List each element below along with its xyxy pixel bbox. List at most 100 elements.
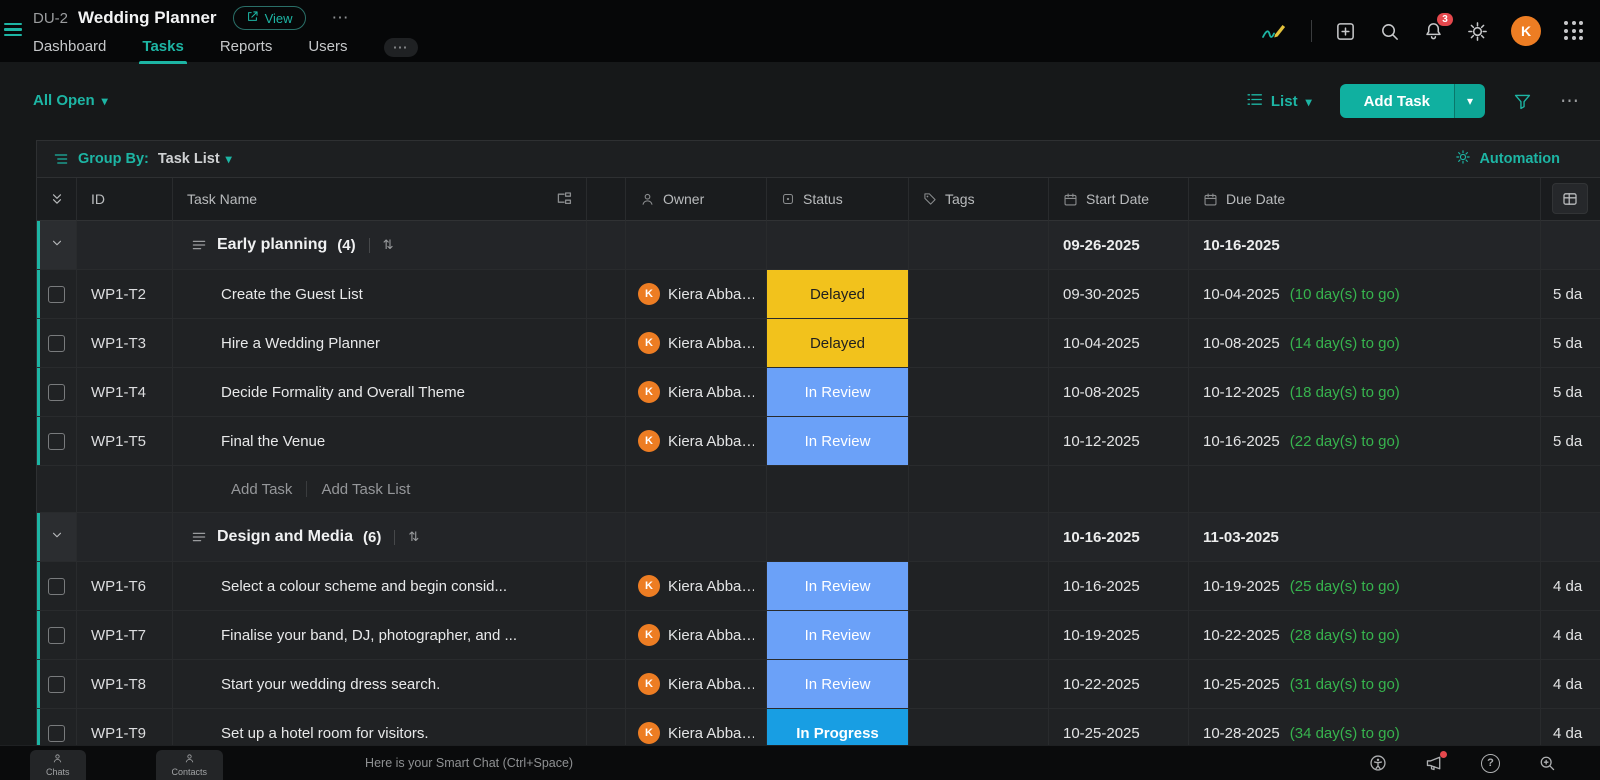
toolbar-more-icon[interactable] [1560,90,1580,113]
manage-columns-icon[interactable] [1552,183,1588,214]
task-owner[interactable]: KKiera Abba… [626,319,767,368]
row-select-cell[interactable] [37,270,77,319]
task-status[interactable]: Delayed [767,319,909,368]
status-chip[interactable]: In Review [767,562,908,610]
signature-pen-icon[interactable] [1261,20,1288,42]
table-row[interactable]: WP1-T5 Final the Venue KKiera Abba… In R… [37,417,1600,466]
task-due-date[interactable]: 10-16-2025(22 day(s) to go) [1189,417,1541,466]
row-select-cell[interactable] [37,417,77,466]
row-checkbox[interactable] [48,676,65,693]
task-owner[interactable]: KKiera Abba… [626,562,767,611]
row-checkbox[interactable] [48,335,65,352]
task-due-date[interactable]: 10-04-2025(10 day(s) to go) [1189,270,1541,319]
view-mode-dropdown[interactable]: List [1246,91,1312,112]
task-owner[interactable]: KKiera Abba… [626,368,767,417]
contacts-tab[interactable]: Contacts [156,750,224,780]
task-start-date[interactable]: 10-12-2025 [1049,417,1189,466]
tab-users[interactable]: Users [308,38,347,64]
search-icon[interactable] [1379,21,1400,42]
smart-chat-input[interactable] [363,755,927,771]
task-status[interactable]: In Review [767,417,909,466]
task-due-date[interactable]: 10-19-2025(25 day(s) to go) [1189,562,1541,611]
row-select-cell[interactable] [37,709,77,746]
row-checkbox[interactable] [48,286,65,303]
filter-icon[interactable] [1513,92,1532,111]
table-row[interactable]: WP1-T8 Start your wedding dress search. … [37,660,1600,709]
row-select-cell[interactable] [37,611,77,660]
header-due-date[interactable]: Due Date [1189,178,1541,221]
group-name[interactable]: Early planning [217,236,327,254]
tab-reports[interactable]: Reports [220,38,273,64]
tabs-more-icon[interactable] [384,38,418,57]
task-owner[interactable]: KKiera Abba… [626,709,767,746]
task-tags[interactable] [909,368,1049,417]
row-checkbox[interactable] [48,384,65,401]
chats-tab[interactable]: Chats [30,750,86,780]
project-more-icon[interactable] [332,8,350,28]
task-start-date[interactable]: 10-22-2025 [1049,660,1189,709]
task-name[interactable]: Final the Venue [173,417,587,466]
subtask-tree-icon[interactable] [556,191,572,207]
task-status[interactable]: In Review [767,660,909,709]
task-name[interactable]: Decide Formality and Overall Theme [173,368,587,417]
task-start-date[interactable]: 10-19-2025 [1049,611,1189,660]
table-row[interactable]: WP1-T3 Hire a Wedding Planner KKiera Abb… [37,319,1600,368]
status-chip[interactable]: In Progress [767,709,908,746]
row-checkbox[interactable] [48,578,65,595]
collapse-all-icon[interactable] [37,178,77,221]
group-name-cell[interactable]: Early planning (4) [173,221,587,270]
add-task-link[interactable]: Add Task [231,481,292,498]
task-owner[interactable]: KKiera Abba… [626,660,767,709]
task-due-date[interactable]: 10-08-2025(14 day(s) to go) [1189,319,1541,368]
row-checkbox[interactable] [48,433,65,450]
tab-dashboard[interactable]: Dashboard [33,38,106,64]
apps-grid-icon[interactable] [1564,21,1584,41]
task-status[interactable]: In Progress [767,709,909,746]
task-status[interactable]: In Review [767,611,909,660]
header-tags[interactable]: Tags [909,178,1049,221]
status-chip[interactable]: In Review [767,368,908,416]
automation-button[interactable]: Automation [1455,149,1560,169]
status-chip[interactable]: In Review [767,611,908,659]
status-chip[interactable]: Delayed [767,270,908,318]
task-start-date[interactable]: 10-25-2025 [1049,709,1189,746]
add-task-button[interactable]: Add Task [1340,84,1454,118]
task-start-date[interactable]: 10-08-2025 [1049,368,1189,417]
task-tags[interactable] [909,417,1049,466]
task-name[interactable]: Select a colour scheme and begin consid.… [173,562,587,611]
hamburger-menu-icon[interactable] [4,23,22,36]
task-tags[interactable] [909,709,1049,746]
task-due-date[interactable]: 10-12-2025(18 day(s) to go) [1189,368,1541,417]
task-tags[interactable] [909,611,1049,660]
task-tags[interactable] [909,660,1049,709]
status-chip[interactable]: In Review [767,417,908,465]
row-select-cell[interactable] [37,319,77,368]
help-icon[interactable] [1481,754,1500,773]
group-collapse-toggle[interactable] [37,221,77,270]
header-task-name[interactable]: Task Name [173,178,587,221]
task-name[interactable]: Set up a hotel room for visitors. [173,709,587,746]
task-name[interactable]: Hire a Wedding Planner [173,319,587,368]
status-chip[interactable]: Delayed [767,319,908,367]
table-row[interactable]: WP1-T4 Decide Formality and Overall Them… [37,368,1600,417]
add-task-dropdown-button[interactable] [1454,84,1485,118]
header-start-date[interactable]: Start Date [1049,178,1189,221]
header-owner[interactable]: Owner [626,178,767,221]
zoom-icon[interactable] [1538,754,1556,772]
user-avatar[interactable]: K [1511,16,1541,46]
task-owner[interactable]: KKiera Abba… [626,270,767,319]
sort-icon[interactable] [408,529,419,545]
task-start-date[interactable]: 10-04-2025 [1049,319,1189,368]
sort-icon[interactable] [383,237,394,253]
add-task-list-link[interactable]: Add Task List [321,481,410,498]
row-select-cell[interactable] [37,368,77,417]
task-status[interactable]: In Review [767,562,909,611]
header-status[interactable]: Status [767,178,909,221]
row-select-cell[interactable] [37,660,77,709]
task-owner[interactable]: KKiera Abba… [626,611,767,660]
task-due-date[interactable]: 10-28-2025(34 day(s) to go) [1189,709,1541,746]
task-due-date[interactable]: 10-25-2025(31 day(s) to go) [1189,660,1541,709]
task-tags[interactable] [909,270,1049,319]
task-tags[interactable] [909,319,1049,368]
view-button[interactable]: View [233,6,306,30]
